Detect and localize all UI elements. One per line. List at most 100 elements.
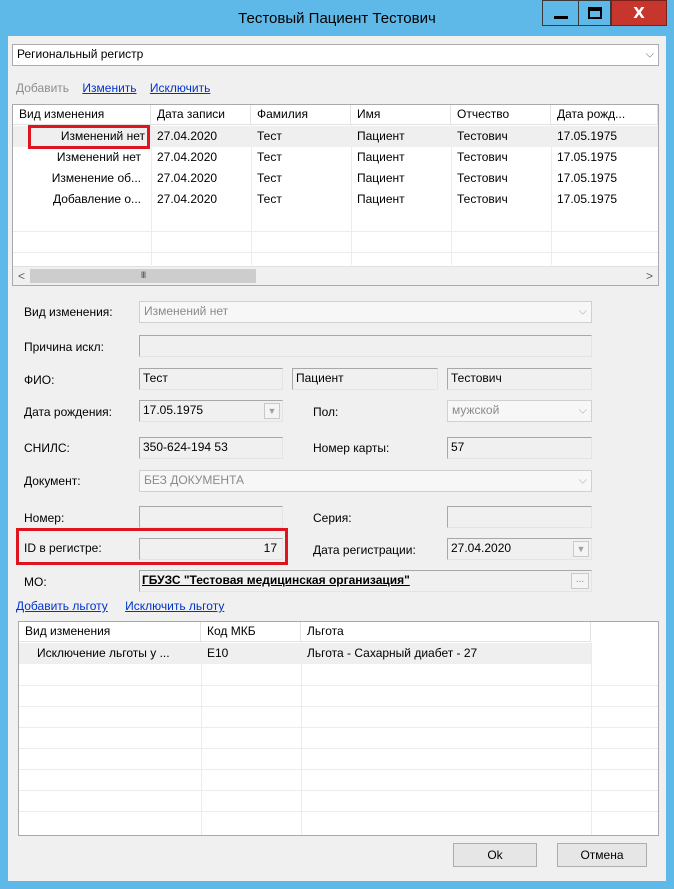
birth-date-label: Дата рождения: (24, 405, 112, 419)
table-cell: Тест (257, 150, 282, 164)
chevron-down-icon: ⌵ (578, 474, 587, 487)
gender-select[interactable]: мужской ⌵ (447, 400, 592, 422)
row-divider (19, 769, 658, 770)
change-type-value: Изменений нет (144, 304, 229, 318)
browse-button[interactable]: ... (571, 573, 589, 589)
gender-label: Пол: (313, 405, 339, 419)
close-icon: X (633, 4, 645, 22)
snils-field[interactable]: 350-624-194 53 (139, 437, 283, 459)
row-divider (19, 706, 658, 707)
table-cell: Пациент (357, 192, 405, 206)
snils-label: СНИЛС: (24, 441, 70, 455)
exclude-benefit-link[interactable]: Исключить льготу (125, 599, 224, 613)
table-cell: 17.05.1975 (557, 150, 618, 164)
selected-row-highlight (28, 125, 150, 149)
scroll-left-arrow-icon[interactable]: < (13, 267, 30, 285)
document-select[interactable]: БЕЗ ДОКУМЕНТА ⌵ (139, 470, 592, 492)
last-name-field[interactable]: Тест (139, 368, 283, 390)
table-cell: Пациент (357, 129, 405, 143)
column-header[interactable]: Отчество (451, 105, 551, 125)
registration-date-label: Дата регистрации: (313, 543, 416, 557)
scroll-thumb[interactable]: III (30, 269, 256, 283)
row-divider (19, 790, 658, 791)
minimize-icon (553, 15, 568, 19)
column-header[interactable]: Льгота (301, 622, 591, 642)
add-record-link[interactable]: Добавить (16, 81, 69, 95)
document-label: Документ: (24, 474, 81, 488)
column-header[interactable]: Имя (351, 105, 451, 125)
minimize-button[interactable] (542, 0, 578, 26)
change-type-select[interactable]: Изменений нет ⌵ (139, 301, 592, 323)
column-divider (301, 642, 302, 835)
column-header[interactable]: Дата записи (151, 105, 251, 125)
table-cell: 27.04.2020 (157, 192, 218, 206)
edit-record-link[interactable]: Изменить (82, 81, 136, 95)
table-cell: 17.05.1975 (557, 192, 618, 206)
benefits-table[interactable]: Вид изменения Код МКБ Льгота Исключение … (18, 621, 659, 836)
table-cell: 17.05.1975 (557, 171, 618, 185)
birth-date-value: 17.05.1975 (143, 403, 204, 417)
column-header[interactable]: Фамилия (251, 105, 351, 125)
add-benefit-link[interactable]: Добавить льготу (16, 599, 108, 613)
register-select[interactable]: Региональный регистр ⌵ (12, 44, 659, 66)
column-header[interactable]: Код МКБ (201, 622, 301, 642)
birth-date-field[interactable]: 17.05.1975 ▼ (139, 400, 283, 422)
table-cell: Тестович (457, 129, 508, 143)
table-row[interactable]: Изменений нет 27.04.2020 Тест Пациент Те… (13, 147, 658, 168)
row-divider (13, 231, 658, 232)
series-field[interactable] (447, 506, 592, 528)
calendar-dropdown-icon[interactable]: ▼ (264, 403, 280, 419)
mo-value: ГБУЗС "Тестовая медицинская организация" (142, 573, 410, 587)
column-header[interactable]: Вид изменения (13, 105, 151, 125)
registration-date-value: 27.04.2020 (451, 541, 512, 555)
table-row[interactable]: Исключение льготы у ... E10 Льгота - Сах… (19, 643, 591, 664)
table-cell: Пациент (357, 150, 405, 164)
mo-label: МО: (24, 575, 47, 589)
row-divider (19, 727, 658, 728)
column-header[interactable]: Вид изменения (19, 622, 201, 642)
register-select-value: Региональный регистр (17, 47, 144, 61)
number-label: Номер: (24, 511, 65, 525)
table-cell: Тестович (457, 150, 508, 164)
row-divider (19, 748, 658, 749)
scroll-right-arrow-icon[interactable]: > (641, 267, 658, 285)
calendar-dropdown-icon[interactable]: ▼ (573, 541, 589, 557)
horizontal-scrollbar[interactable]: < III > (13, 266, 658, 285)
chevron-down-icon: ⌵ (578, 305, 587, 318)
number-field[interactable] (139, 506, 283, 528)
table-cell: 17.05.1975 (557, 129, 618, 143)
row-divider (19, 685, 658, 686)
maximize-button[interactable] (578, 0, 611, 26)
chevron-down-icon: ⌵ (645, 48, 654, 61)
first-name-field[interactable]: Пациент (292, 368, 438, 390)
gender-value: мужской (452, 403, 500, 417)
table-cell: 27.04.2020 (157, 171, 218, 185)
close-button[interactable]: X (611, 0, 667, 26)
row-divider (13, 252, 658, 253)
table-cell: 27.04.2020 (157, 129, 218, 143)
table-cell: Тест (257, 129, 282, 143)
column-divider (591, 642, 592, 835)
exclusion-reason-field[interactable] (139, 335, 592, 357)
column-header[interactable]: Дата рожд... (551, 105, 658, 125)
cancel-button[interactable]: Отмена (557, 843, 647, 867)
table-cell: Пациент (357, 171, 405, 185)
table-row[interactable]: Добавление о... 27.04.2020 Тест Пациент … (13, 189, 658, 210)
exclude-record-link[interactable]: Исключить (150, 81, 210, 95)
ok-button[interactable]: Ok (453, 843, 537, 867)
dialog-body: Региональный регистр ⌵ Добавить Изменить… (8, 36, 666, 881)
table-cell: Тест (257, 192, 282, 206)
title-bar[interactable]: Тестовый Пациент Тестович X (0, 0, 674, 36)
table-cell: Добавление о... (53, 192, 141, 206)
table-cell: Тестович (457, 171, 508, 185)
table-row[interactable]: Изменение об... 27.04.2020 Тест Пациент … (13, 168, 658, 189)
document-value: БЕЗ ДОКУМЕНТА (144, 473, 245, 487)
card-number-field[interactable]: 57 (447, 437, 592, 459)
registry-id-highlight (16, 528, 288, 565)
mo-field[interactable]: ГБУЗС "Тестовая медицинская организация"… (139, 570, 592, 592)
table-cell: Изменение об... (51, 171, 141, 185)
table-cell: Тестович (457, 192, 508, 206)
benefits-table-header: Вид изменения Код МКБ Льгота (19, 622, 591, 642)
registration-date-field[interactable]: 27.04.2020 ▼ (447, 538, 592, 560)
middle-name-field[interactable]: Тестович (447, 368, 592, 390)
